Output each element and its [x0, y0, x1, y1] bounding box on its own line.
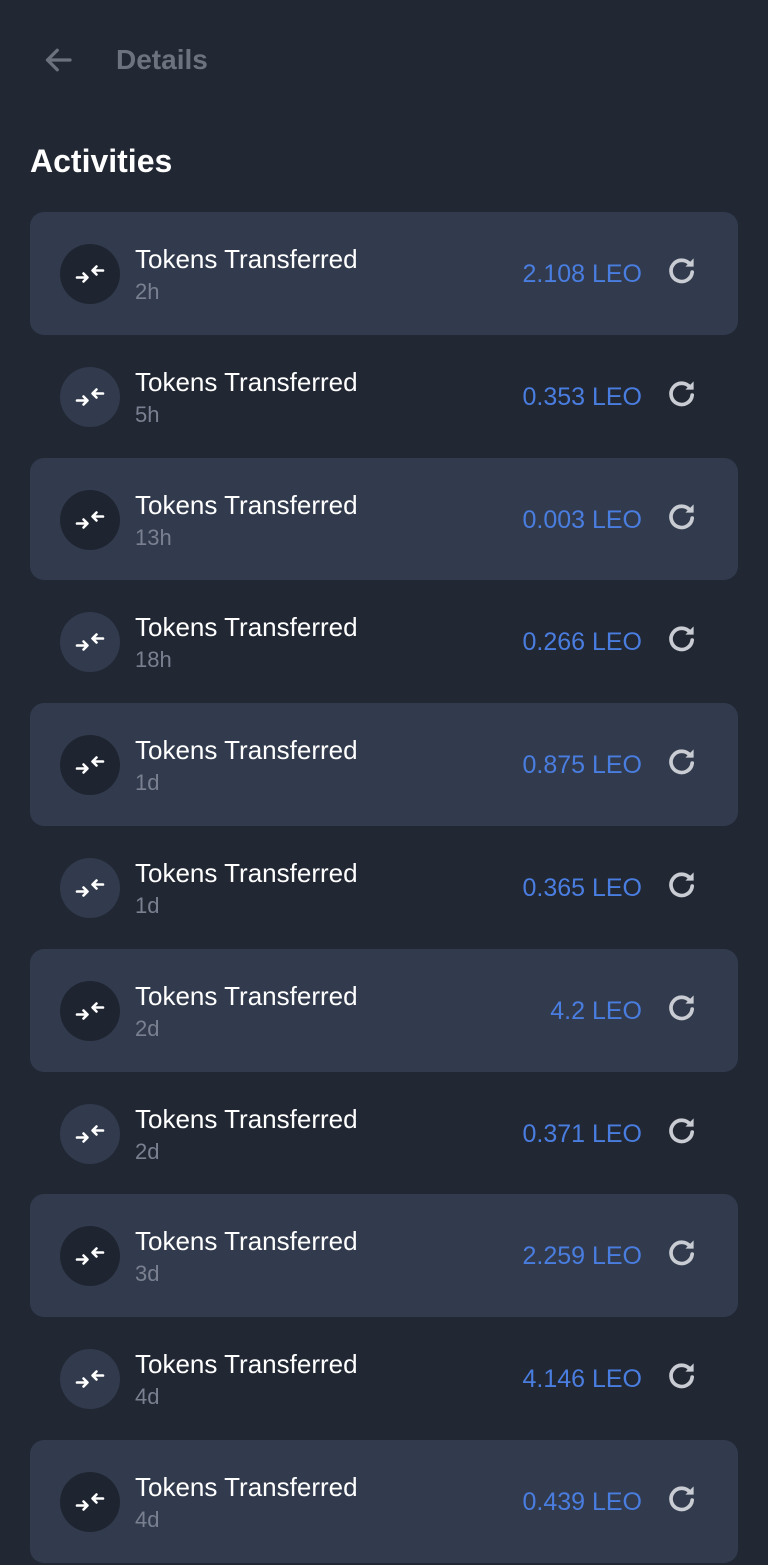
activity-row[interactable]: Tokens Transferred 18h 0.266 LEO [30, 580, 738, 703]
activity-title: Tokens Transferred [135, 612, 358, 643]
activity-amount: 0.365 LEO [522, 873, 642, 902]
transfer-icon [60, 857, 120, 918]
activity-title: Tokens Transferred [135, 857, 358, 888]
activity-amount: 4.146 LEO [522, 1365, 642, 1394]
activity-amount: 0.353 LEO [522, 382, 642, 411]
activity-amount: 0.266 LEO [522, 628, 642, 657]
activity-row[interactable]: Tokens Transferred 3d 2.259 LEO [30, 1194, 738, 1318]
refresh-icon[interactable] [662, 741, 702, 781]
transfer-icon [60, 980, 120, 1041]
activity-row[interactable]: Tokens Transferred 1d 0.875 LEO [30, 703, 738, 826]
activity-title: Tokens Transferred [135, 1103, 358, 1134]
refresh-icon[interactable] [662, 864, 702, 904]
activity-time: 2d [135, 1138, 160, 1164]
activity-list: Tokens Transferred 2h 2.108 LEO Tokens T… [30, 212, 738, 1563]
activity-title: Tokens Transferred [135, 980, 358, 1011]
transfer-icon [60, 612, 120, 673]
refresh-icon[interactable] [662, 496, 702, 536]
refresh-icon[interactable] [662, 1110, 702, 1150]
activity-time: 2d [135, 1015, 160, 1041]
activity-row[interactable]: Tokens Transferred 4d 0.439 LEO [30, 1439, 738, 1563]
activity-row[interactable]: Tokens Transferred 2d 4.2 LEO [30, 948, 738, 1072]
transfer-icon [60, 735, 120, 796]
app-root: Details Activities Tokens Transferred 2h… [0, 0, 768, 1565]
activity-title: Tokens Transferred [135, 1471, 358, 1502]
refresh-icon[interactable] [662, 1478, 702, 1518]
refresh-icon[interactable] [662, 373, 702, 413]
activity-amount: 0.439 LEO [522, 1487, 642, 1516]
activity-time: 13h [135, 524, 172, 550]
page-title: Details [116, 44, 208, 75]
transfer-icon [60, 1349, 120, 1410]
activity-time: 1d [135, 770, 160, 796]
refresh-icon[interactable] [662, 1232, 702, 1272]
activity-row[interactable]: Tokens Transferred 2h 2.108 LEO [30, 212, 738, 335]
activity-time: 4d [135, 1384, 160, 1410]
activity-time: 5h [135, 401, 160, 427]
transfer-icon [60, 244, 120, 304]
arrow-left-icon [45, 48, 72, 72]
activity-row[interactable]: Tokens Transferred 4d 4.146 LEO [30, 1317, 738, 1440]
refresh-icon[interactable] [662, 250, 702, 290]
activity-title: Tokens Transferred [135, 1226, 358, 1257]
transfer-icon [60, 489, 120, 550]
activity-time: 3d [135, 1261, 160, 1287]
section-title: Activities [30, 143, 173, 179]
back-button[interactable] [36, 38, 80, 82]
transfer-icon [60, 1103, 120, 1164]
activity-title: Tokens Transferred [135, 489, 358, 520]
activity-amount: 0.371 LEO [522, 1119, 642, 1148]
activity-time: 4d [135, 1506, 160, 1532]
activity-title: Tokens Transferred [135, 366, 358, 397]
activity-row[interactable]: Tokens Transferred 5h 0.353 LEO [30, 335, 738, 458]
transfer-icon [60, 1226, 120, 1287]
activity-row[interactable]: Tokens Transferred 2d 0.371 LEO [30, 1072, 738, 1195]
activity-amount: 0.875 LEO [522, 751, 642, 780]
top-bar: Details [0, 0, 768, 120]
activity-amount: 2.108 LEO [522, 260, 642, 288]
activity-time: 18h [135, 647, 172, 673]
activity-title: Tokens Transferred [135, 1349, 358, 1380]
refresh-icon[interactable] [662, 1355, 702, 1395]
activity-time: 1d [135, 892, 160, 918]
transfer-icon [60, 1471, 120, 1532]
activity-amount: 2.259 LEO [522, 1242, 642, 1271]
activity-row[interactable]: Tokens Transferred 13h 0.003 LEO [30, 457, 738, 581]
transfer-icon [60, 366, 120, 427]
activity-amount: 0.003 LEO [522, 505, 642, 534]
activity-time: 2h [135, 279, 160, 304]
activity-amount: 4.2 LEO [550, 996, 642, 1025]
activity-row[interactable]: Tokens Transferred 1d 0.365 LEO [30, 826, 738, 949]
activity-title: Tokens Transferred [135, 244, 358, 274]
refresh-icon[interactable] [662, 618, 702, 658]
activity-title: Tokens Transferred [135, 735, 358, 766]
refresh-icon[interactable] [662, 987, 702, 1027]
